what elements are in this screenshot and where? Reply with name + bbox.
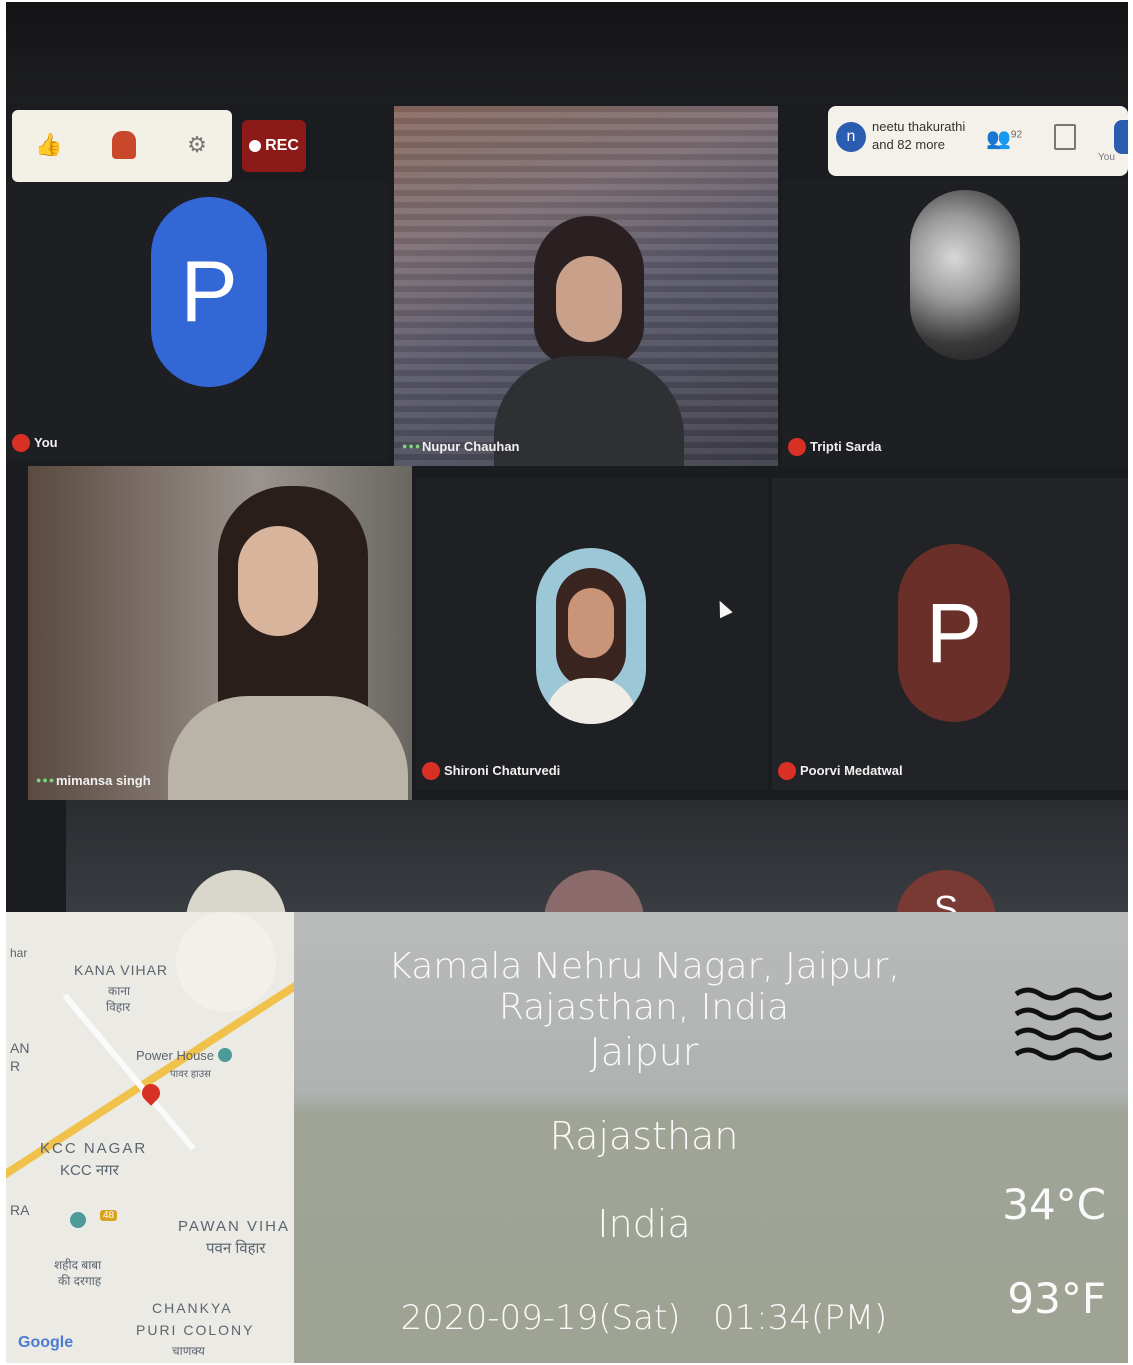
- you-label: You: [1098, 152, 1115, 163]
- map-label: KCC नगर: [60, 1162, 119, 1179]
- participant-name: Shironi Chaturvedi: [444, 763, 561, 778]
- google-logo: Google: [18, 1334, 74, 1351]
- location-stamp: har KANA VIHAR काना विहार AN R Power Hou…: [6, 912, 1128, 1363]
- monitor-bezel: [6, 2, 1128, 102]
- highway-shield: 48: [100, 1210, 118, 1221]
- map-label: KCC NAGAR: [40, 1140, 148, 1157]
- tile-mimansa[interactable]: ●●● mimansa singh: [28, 466, 412, 800]
- audio-indicator-icon: ●●●: [402, 441, 422, 451]
- chat-icon[interactable]: [1054, 124, 1076, 150]
- temperature-fahrenheit: 93°F: [1007, 1274, 1106, 1323]
- participant-name: Tripti Sarda: [810, 439, 882, 454]
- participant-name: neetu thakurathi: [872, 119, 966, 134]
- map-thumbnail[interactable]: har KANA VIHAR काना विहार AN R Power Hou…: [6, 912, 294, 1363]
- place-marker-icon: [218, 1048, 232, 1062]
- participants-toolbar: n neetu thakurathi and 82 more 👥92 You: [828, 106, 1128, 176]
- map-label: शहीद बाबा: [54, 1258, 102, 1272]
- rec-label: REC: [265, 137, 299, 154]
- city-line: Jaipur: [589, 1030, 699, 1074]
- place-marker-icon: [70, 1212, 86, 1228]
- mic-off-icon: [422, 762, 440, 780]
- participant-summary[interactable]: neetu thakurathi and 82 more: [872, 118, 965, 154]
- map-label: RA: [10, 1202, 30, 1218]
- participant-name: You: [34, 435, 58, 450]
- map-label: AN: [10, 1040, 30, 1056]
- map-label: R: [10, 1058, 21, 1074]
- participant-avatar: n: [836, 122, 866, 152]
- participant-name: Poorvi Medatwal: [800, 763, 903, 778]
- map-label: चाणक्य: [172, 1344, 205, 1358]
- map-label: PAWAN VIHA: [178, 1218, 290, 1235]
- record-dot-icon: [249, 140, 262, 152]
- participant-name: Nupur Chauhan: [422, 439, 520, 454]
- person-face: [556, 256, 622, 342]
- temperature-celsius: 34°C: [1002, 1180, 1106, 1229]
- avatar: P: [898, 544, 1010, 722]
- avatar-letter: P: [925, 585, 983, 680]
- datetime-line: 2020-09-19(Sat) 01:34(PM): [400, 1298, 888, 1338]
- avatar-letter: P: [180, 243, 238, 340]
- settings-icon[interactable]: ⚙: [180, 128, 214, 162]
- recording-badge: REC: [242, 120, 306, 172]
- avatar: P: [151, 197, 267, 387]
- state-line: Rajasthan: [549, 1114, 739, 1158]
- map-label: पवन विहार: [206, 1240, 266, 1257]
- person-face: [238, 526, 318, 636]
- participant-name: mimansa singh: [56, 773, 151, 788]
- map-label: PURI COLONY: [136, 1322, 255, 1338]
- country-line: India: [597, 1202, 691, 1246]
- people-count: 92: [1010, 129, 1023, 141]
- mic-off-icon: [788, 438, 806, 456]
- profile-photo: [910, 190, 1020, 360]
- map-label: की दरगाह: [58, 1274, 102, 1288]
- map-label: CHANKYA: [152, 1300, 233, 1316]
- map-label: Power House: [136, 1048, 215, 1063]
- map-label: KANA VIHAR: [74, 962, 169, 978]
- address-line: Kamala Nehru Nagar, Jaipur, Rajasthan, I…: [388, 946, 900, 1028]
- mic-off-icon: [12, 434, 30, 452]
- thumbs-up-icon[interactable]: 👍: [32, 128, 66, 162]
- person-body: [168, 696, 408, 800]
- reaction-toolbar: 👍 ⚙: [12, 110, 232, 182]
- tile-shironi[interactable]: Shironi Chaturvedi: [416, 478, 768, 790]
- map-label: विहार: [106, 1000, 131, 1014]
- tile-you[interactable]: P You: [6, 182, 388, 462]
- audio-indicator-icon: ●●●: [36, 775, 56, 785]
- tile-row-3: S: [66, 800, 1128, 930]
- raise-hand-icon[interactable]: [107, 128, 141, 162]
- self-avatar[interactable]: [1114, 120, 1128, 154]
- mic-off-icon: [778, 762, 796, 780]
- map-label: पावर हाउस: [170, 1069, 211, 1080]
- tile-poorvi[interactable]: P Poorvi Medatwal: [772, 478, 1128, 790]
- tile-nupur[interactable]: ●●● Nupur Chauhan: [394, 106, 778, 466]
- map-roundabout: [176, 912, 276, 1012]
- location-info-panel: Kamala Nehru Nagar, Jaipur, Rajasthan, I…: [294, 912, 1128, 1363]
- tile-tripti[interactable]: Tripti Sarda: [782, 178, 1128, 466]
- map-label: har: [10, 946, 28, 960]
- map-label: काना: [108, 984, 131, 998]
- haze-icon: [1012, 984, 1114, 1074]
- avatar-letter: n: [846, 128, 856, 145]
- people-icon[interactable]: 👥92: [986, 126, 1022, 151]
- participant-more: and 82 more: [872, 137, 945, 152]
- profile-photo: [536, 548, 646, 724]
